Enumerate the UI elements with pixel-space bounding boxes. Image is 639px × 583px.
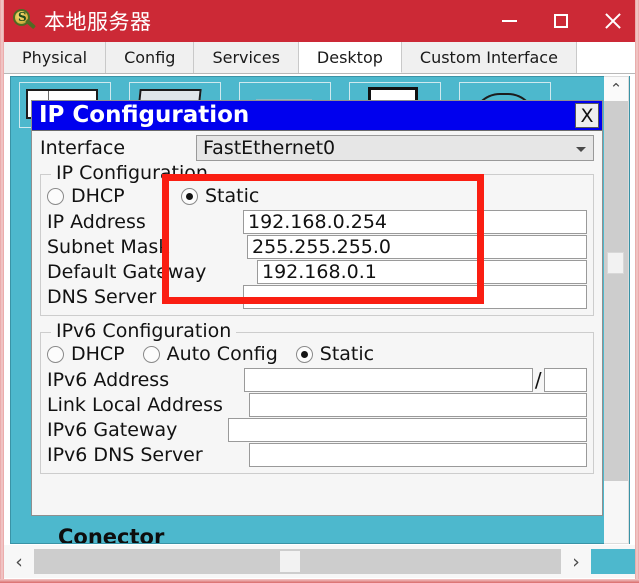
window-controls <box>483 0 639 42</box>
ipv6-dhcp-radio[interactable]: DHCP <box>47 343 125 365</box>
link-local-address-input[interactable] <box>249 392 587 417</box>
ip-address-input[interactable]: 192.168.0.254 <box>243 209 587 234</box>
ipv6-dns-server-label: IPv6 DNS Server <box>47 443 203 466</box>
link-local-address-label: Link Local Address <box>47 393 223 416</box>
ipv4-group-legend: IP Configuration <box>51 162 213 184</box>
ipv6-gateway-label: IPv6 Gateway <box>47 418 178 441</box>
ipv6-dns-server-input[interactable] <box>249 442 587 467</box>
ipv6-address-label: IPv6 Address <box>47 368 170 391</box>
ipv6-gateway-row: IPv6 Gateway <box>47 417 587 442</box>
ipv6-mode-radio-row: DHCP Auto Config Static <box>47 341 587 367</box>
tab-physical-label: Physical <box>22 48 88 67</box>
ipv6-prefix-length-input[interactable] <box>543 367 587 392</box>
interface-select-value: FastEthernet0 <box>203 136 336 159</box>
packet-tracer-window: S 本地服务器 Physical Config Services Desktop… <box>0 0 639 583</box>
ip-address-label: IP Address <box>47 210 146 233</box>
ipv4-static-radio[interactable]: Static <box>181 185 259 207</box>
dns-server-row: DNS Server <box>47 284 587 309</box>
tab-config-label: Config <box>124 48 176 67</box>
default-gateway-label: Default Gateway <box>47 260 207 283</box>
ipv6-gateway-input[interactable] <box>227 417 587 442</box>
chevron-down-icon <box>576 146 586 152</box>
ipv4-static-label: Static <box>205 185 260 207</box>
maximize-button[interactable] <box>535 0 587 42</box>
desktop-partial-label: Conector <box>58 525 165 544</box>
minimize-icon <box>501 20 517 22</box>
close-icon <box>603 11 623 31</box>
window-title: 本地服务器 <box>44 10 152 34</box>
ipv4-mode-radio-row: DHCP Static <box>47 183 587 209</box>
scroll-left-icon[interactable]: ‹ <box>4 545 34 578</box>
interface-select[interactable]: FastEthernet0 <box>196 134 594 161</box>
minimize-button[interactable] <box>483 0 535 42</box>
radio-icon <box>142 345 160 363</box>
tab-physical[interactable]: Physical <box>4 42 107 73</box>
window-title-bar: S 本地服务器 <box>0 0 639 42</box>
ipv6-group-legend: IPv6 Configuration <box>51 320 237 342</box>
tab-config[interactable]: Config <box>106 42 195 73</box>
horizontal-scroll-track[interactable] <box>34 549 561 574</box>
radio-selected-icon <box>181 187 198 205</box>
window-border-right <box>635 0 639 583</box>
tab-custom-interface[interactable]: Custom Interface <box>401 42 577 73</box>
dns-server-label: DNS Server <box>47 285 157 308</box>
ipv6-dns-server-row: IPv6 DNS Server <box>47 442 587 467</box>
packet-tracer-icon: S <box>12 9 36 33</box>
horizontal-scrollbar[interactable]: ‹ › <box>4 545 635 578</box>
dialog-close-button[interactable]: X <box>575 103 599 128</box>
window-border-left <box>0 0 4 583</box>
ipv4-dhcp-radio[interactable]: DHCP <box>47 185 125 207</box>
ipv6-static-label: Static <box>319 343 375 365</box>
radio-icon <box>47 187 64 205</box>
scrollbar-corner <box>591 549 635 574</box>
scroll-up-icon[interactable]: ⌃ <box>604 77 628 101</box>
ipv6-address-row: IPv6 Address / <box>47 367 587 392</box>
radio-icon <box>47 345 64 363</box>
tab-custom-interface-label: Custom Interface <box>419 48 558 67</box>
tab-desktop-label: Desktop <box>316 47 383 67</box>
vertical-scroll-track[interactable] <box>604 101 628 481</box>
tab-services[interactable]: Services <box>194 42 299 73</box>
tab-desktop[interactable]: Desktop <box>298 42 402 73</box>
ipv6-auto-config-radio[interactable]: Auto Config <box>142 343 278 365</box>
interface-row: Interface FastEthernet0 <box>40 133 594 162</box>
ip-address-row: IP Address 192.168.0.254 <box>47 209 587 234</box>
dns-server-input[interactable] <box>243 284 587 309</box>
dialog-body: Interface FastEthernet0 IP Configuration… <box>32 133 602 474</box>
ip-configuration-dialog: IP Configuration X Interface FastEtherne… <box>31 100 603 516</box>
ipv4-configuration-group: IP Configuration DHCP Static IP Address … <box>40 162 594 316</box>
radio-selected-icon <box>295 345 313 363</box>
window-border-bottom <box>0 579 639 583</box>
tab-services-label: Services <box>212 48 280 67</box>
link-local-address-row: Link Local Address <box>47 392 587 417</box>
dialog-title-bar: IP Configuration X <box>32 101 602 131</box>
vertical-scrollbar[interactable]: ⌃ <box>604 76 629 544</box>
default-gateway-row: Default Gateway 192.168.0.1 <box>47 259 587 284</box>
subnet-mask-label: Subnet Mask <box>47 235 170 258</box>
vertical-scroll-thumb[interactable] <box>607 252 624 274</box>
ipv6-dhcp-label: DHCP <box>71 343 125 365</box>
maximize-icon <box>554 14 568 28</box>
subnet-mask-row: Subnet Mask 255.255.255.0 <box>47 234 587 259</box>
default-gateway-input[interactable]: 192.168.0.1 <box>257 259 587 284</box>
dialog-title: IP Configuration <box>39 102 250 128</box>
interface-label: Interface <box>40 136 126 159</box>
ipv6-configuration-group: IPv6 Configuration DHCP Auto Config Stat… <box>40 320 594 474</box>
tab-strip-filler <box>576 42 635 73</box>
device-tab-strip: Physical Config Services Desktop Custom … <box>4 42 635 74</box>
close-button[interactable] <box>587 0 639 42</box>
ipv4-dhcp-label: DHCP <box>71 185 125 207</box>
ipv6-static-radio[interactable]: Static <box>295 343 375 365</box>
ipv6-auto-config-label: Auto Config <box>166 343 278 365</box>
ipv6-prefix-separator: / <box>534 367 542 392</box>
horizontal-scroll-thumb[interactable] <box>280 551 300 572</box>
scroll-right-icon[interactable]: › <box>561 545 591 578</box>
ipv6-address-input[interactable] <box>243 367 533 392</box>
subnet-mask-input[interactable]: 255.255.255.0 <box>247 234 587 259</box>
